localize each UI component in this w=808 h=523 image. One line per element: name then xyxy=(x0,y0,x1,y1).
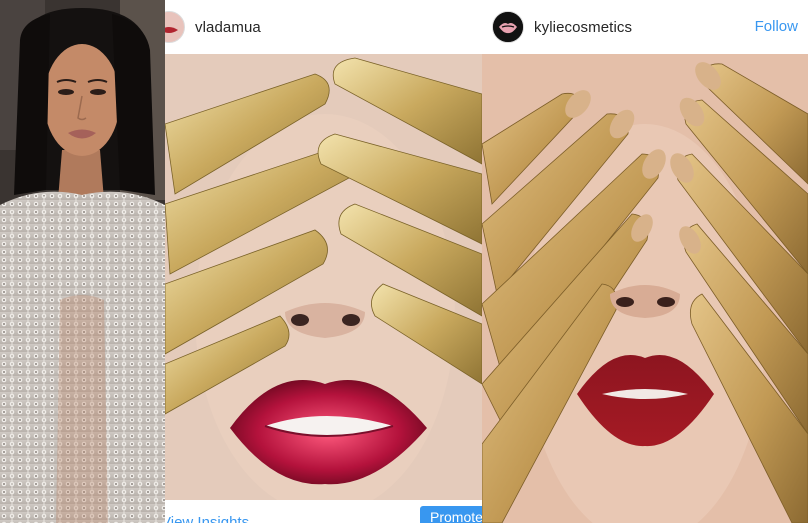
post-header: kyliecosmetics Follow xyxy=(482,0,808,54)
kylie-lips-logo-icon xyxy=(493,12,523,42)
follow-button[interactable]: Follow xyxy=(755,18,798,35)
post-kyliecosmetics: kyliecosmetics Follow xyxy=(482,0,808,523)
avatar[interactable] xyxy=(165,11,185,43)
celebrity-photo xyxy=(0,0,165,523)
post-header: vladamua xyxy=(165,0,482,54)
gold-hands-matte-lips-photo xyxy=(482,54,808,523)
username[interactable]: kyliecosmetics xyxy=(534,19,632,36)
post-photo xyxy=(482,54,808,523)
avatar-icon xyxy=(165,12,184,42)
left-photo-panel xyxy=(0,0,165,523)
gold-hands-lips-photo xyxy=(165,54,482,500)
view-insights-link[interactable]: View Insights xyxy=(165,514,249,523)
promote-button[interactable]: Promote xyxy=(420,506,482,523)
post-vladamua: vladamua View Insights Promote xyxy=(165,0,482,523)
username[interactable]: vladamua xyxy=(195,19,261,36)
post-photo xyxy=(165,54,482,500)
avatar[interactable] xyxy=(492,11,524,43)
